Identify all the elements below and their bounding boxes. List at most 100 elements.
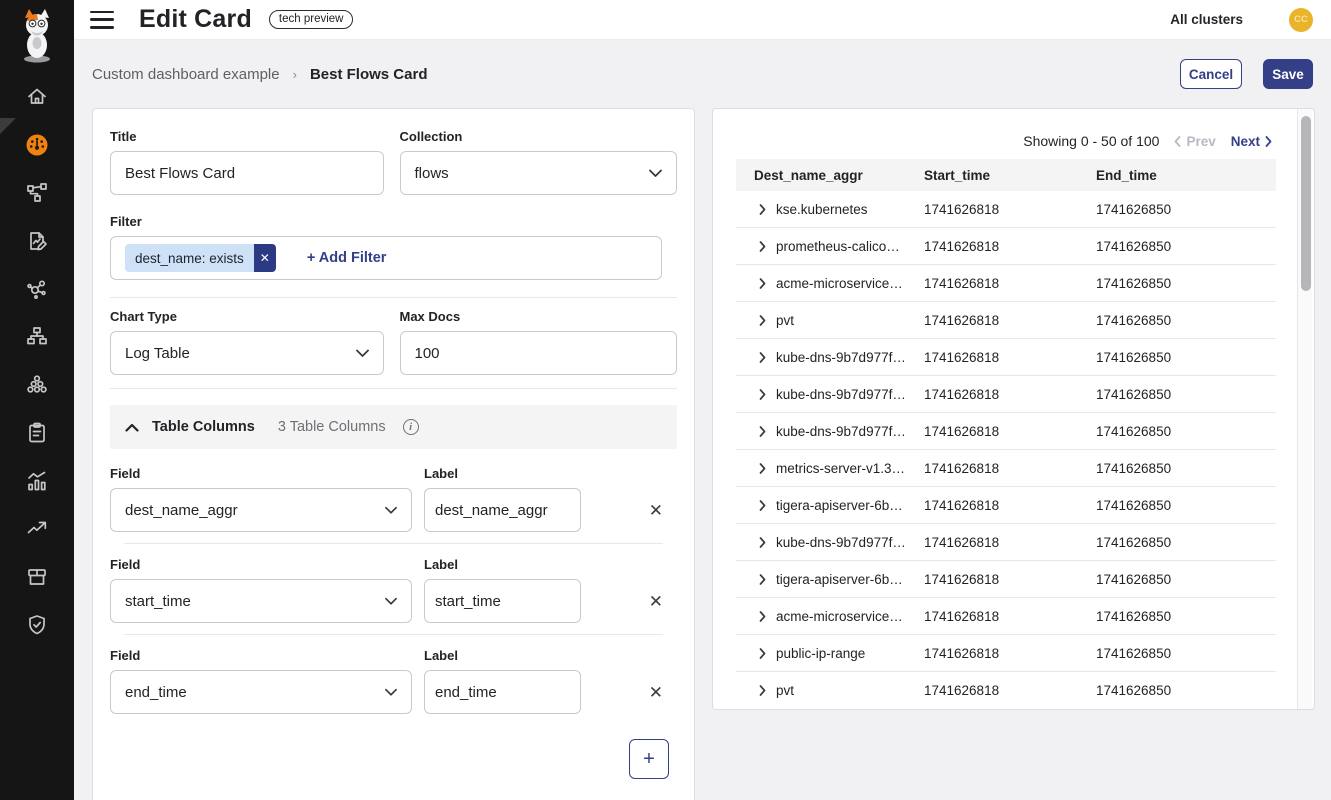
- collection-select[interactable]: flows: [400, 151, 678, 195]
- tech-preview-badge: tech preview: [269, 10, 354, 29]
- chevron-right-icon: [1265, 136, 1272, 147]
- label-input[interactable]: [424, 670, 581, 714]
- cat-logo[interactable]: [17, 8, 57, 64]
- expand-row-icon[interactable]: [759, 648, 766, 659]
- max-docs-input[interactable]: [400, 331, 678, 375]
- remove-column-icon[interactable]: ✕: [649, 684, 663, 701]
- expand-row-icon[interactable]: [759, 537, 766, 548]
- expand-row-icon[interactable]: [759, 204, 766, 215]
- table-row[interactable]: tigera-apiserver-6b… 1741626818 17416268…: [736, 561, 1276, 598]
- sidebar-item-packages[interactable]: [24, 565, 50, 589]
- remove-filter-icon[interactable]: ✕: [254, 244, 276, 272]
- collapse-chevron-up-icon[interactable]: [125, 423, 139, 432]
- filter-chip: dest_name: exists ✕: [125, 244, 276, 272]
- field-label: Field: [110, 466, 412, 481]
- sidebar-item-security[interactable]: [24, 613, 50, 637]
- expand-row-icon[interactable]: [759, 352, 766, 363]
- field-select[interactable]: dest_name_aggr: [110, 488, 412, 532]
- remove-column-icon[interactable]: ✕: [649, 593, 663, 610]
- scrollbar-thumb[interactable]: [1301, 116, 1311, 291]
- topology-icon: [25, 181, 49, 205]
- sidebar-item-trends[interactable]: [24, 517, 50, 541]
- field-select[interactable]: end_time: [110, 670, 412, 714]
- expand-row-icon[interactable]: [759, 463, 766, 474]
- breadcrumb-parent[interactable]: Custom dashboard example: [92, 66, 280, 83]
- divider: [110, 297, 677, 298]
- save-button[interactable]: Save: [1263, 59, 1313, 89]
- label-input[interactable]: [424, 488, 581, 532]
- expand-row-icon[interactable]: [759, 500, 766, 511]
- max-docs-label: Max Docs: [400, 309, 678, 324]
- next-button[interactable]: Next: [1231, 134, 1272, 149]
- expand-row-icon[interactable]: [759, 611, 766, 622]
- home-icon: [25, 85, 49, 109]
- avatar[interactable]: CC: [1289, 8, 1313, 32]
- sidebar-item-hierarchy[interactable]: [24, 325, 50, 349]
- sidebar-item-topology[interactable]: [24, 181, 50, 205]
- log-table: Dest_name_aggr Start_time End_time kse.k…: [736, 159, 1276, 709]
- table-column-row: Field end_time Label ✕: [110, 648, 677, 714]
- log-table-header: Dest_name_aggr Start_time End_time: [736, 159, 1276, 191]
- chevron-down-icon: [649, 169, 662, 177]
- table-row[interactable]: public-ip-range 1741626818 1741626850: [736, 635, 1276, 672]
- prev-button[interactable]: Prev: [1174, 134, 1215, 149]
- remove-column-icon[interactable]: ✕: [649, 502, 663, 519]
- sidebar-item-clusters[interactable]: [24, 373, 50, 397]
- field-select[interactable]: start_time: [110, 579, 412, 623]
- page-header: Custom dashboard example › Best Flows Ca…: [74, 40, 1331, 108]
- menu-toggle-icon[interactable]: [90, 11, 114, 29]
- hierarchy-icon: [25, 325, 49, 349]
- table-row[interactable]: kube-dns-9b7d977f… 1741626818 1741626850: [736, 413, 1276, 450]
- trend-arrow-icon: [25, 517, 49, 541]
- sidebar-item-compliance[interactable]: [24, 421, 50, 445]
- table-row[interactable]: pvt 1741626818 1741626850: [736, 302, 1276, 339]
- table-row[interactable]: kube-dns-9b7d977f… 1741626818 1741626850: [736, 524, 1276, 561]
- sidebar-item-dashboards[interactable]: [24, 133, 50, 157]
- table-row[interactable]: pvt 1741626818 1741626850: [736, 672, 1276, 709]
- filter-box[interactable]: dest_name: exists ✕ + Add Filter: [110, 236, 662, 280]
- expand-row-icon[interactable]: [759, 278, 766, 289]
- sidebar-item-graph[interactable]: [24, 277, 50, 301]
- divider: [110, 388, 677, 389]
- cancel-button[interactable]: Cancel: [1180, 59, 1242, 89]
- table-row[interactable]: acme-microservice… 1741626818 1741626850: [736, 598, 1276, 635]
- label-label: Label: [424, 648, 581, 663]
- table-row[interactable]: tigera-apiserver-6b… 1741626818 17416268…: [736, 487, 1276, 524]
- table-row[interactable]: kube-dns-9b7d977f… 1741626818 1741626850: [736, 376, 1276, 413]
- column-header: Dest_name_aggr: [736, 168, 924, 183]
- expand-row-icon[interactable]: [759, 241, 766, 252]
- table-row[interactable]: metrics-server-v1.3… 1741626818 17416268…: [736, 450, 1276, 487]
- expand-row-icon[interactable]: [759, 389, 766, 400]
- table-row[interactable]: prometheus-calico… 1741626818 1741626850: [736, 228, 1276, 265]
- table-column-row: Field start_time Label ✕: [110, 557, 677, 623]
- table-row[interactable]: kse.kubernetes 1741626818 1741626850: [736, 191, 1276, 228]
- table-row[interactable]: kube-dns-9b7d977f… 1741626818 1741626850: [736, 339, 1276, 376]
- expand-row-icon[interactable]: [759, 426, 766, 437]
- expand-row-icon[interactable]: [759, 574, 766, 585]
- sidebar-item-reports[interactable]: [24, 229, 50, 253]
- table-columns-count: 3 Table Columns: [278, 419, 386, 435]
- expand-row-icon[interactable]: [759, 315, 766, 326]
- title-input[interactable]: [110, 151, 384, 195]
- column-header: Start_time: [924, 168, 1096, 183]
- pagination: Showing 0 - 50 of 100 Prev Next: [713, 109, 1314, 149]
- info-icon[interactable]: i: [403, 419, 419, 435]
- label-label: Label: [424, 557, 581, 572]
- cluster-selector[interactable]: All clusters: [1170, 12, 1243, 27]
- add-column-button[interactable]: +: [629, 739, 669, 779]
- table-columns-header[interactable]: Table Columns 3 Table Columns i: [110, 405, 677, 449]
- page-title: Edit Card: [139, 5, 252, 34]
- sidebar-item-home[interactable]: [24, 85, 50, 109]
- bar-stats-icon: [25, 469, 49, 493]
- table-row[interactable]: acme-microservice… 1741626818 1741626850: [736, 265, 1276, 302]
- divider: [124, 634, 663, 635]
- package-box-icon: [25, 565, 49, 589]
- chart-type-select[interactable]: Log Table: [110, 331, 384, 375]
- scrollbar-track[interactable]: [1297, 109, 1312, 709]
- sidebar-item-statistics[interactable]: [24, 469, 50, 493]
- label-input[interactable]: [424, 579, 581, 623]
- dashboard-gauge-icon: [25, 133, 49, 157]
- add-filter-button[interactable]: + Add Filter: [307, 250, 387, 266]
- expand-row-icon[interactable]: [759, 685, 766, 696]
- sidebar: [0, 0, 74, 800]
